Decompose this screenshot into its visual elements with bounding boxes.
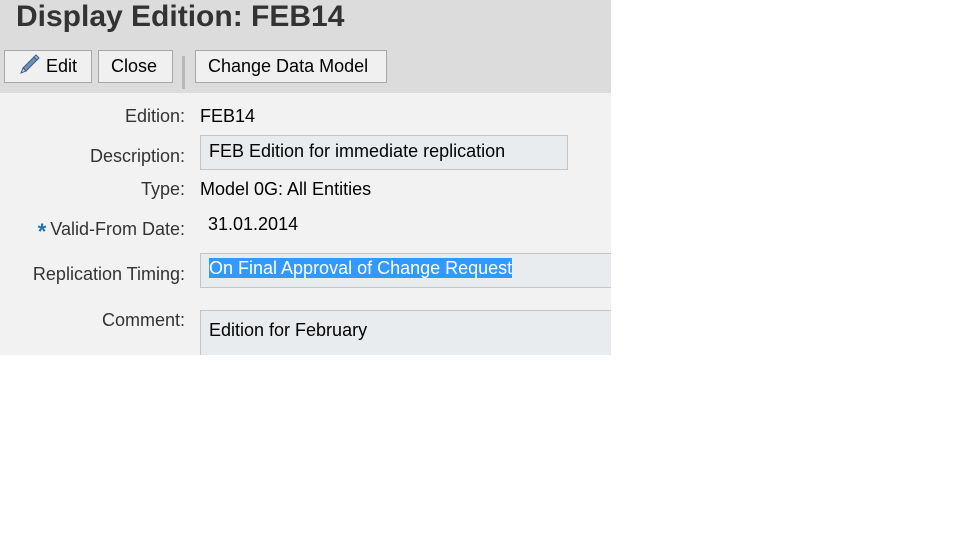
edition-value: FEB14 xyxy=(200,106,256,126)
pencil-icon xyxy=(19,53,41,85)
edition-label: Edition: xyxy=(124,106,185,126)
replication-timing-field[interactable]: On Final Approval of Change Request xyxy=(200,253,611,288)
edit-button-label: Edit xyxy=(46,56,78,76)
type-label: Type: xyxy=(140,179,185,199)
comment-value: Edition for February xyxy=(209,320,368,340)
replication-timing-label: Replication Timing: xyxy=(32,264,185,284)
change-data-model-button[interactable]: Change Data Model xyxy=(195,50,387,83)
page-title: Display Edition: FEB14 xyxy=(16,0,345,33)
toolbar-separator xyxy=(182,56,185,89)
edit-button[interactable]: Edit xyxy=(4,50,92,83)
valid-from-label: * Valid-From Date: xyxy=(38,219,185,245)
description-label: Description: xyxy=(89,146,185,166)
close-button[interactable]: Close xyxy=(98,50,173,83)
type-value: Model 0G: All Entities xyxy=(200,179,372,199)
required-marker: * xyxy=(37,219,47,244)
description-field[interactable]: FEB Edition for immediate replication xyxy=(200,135,568,170)
close-button-label: Close xyxy=(111,56,158,76)
comment-label: Comment: xyxy=(101,310,185,330)
edition-panel: Display Edition: FEB14 Edit Close Change… xyxy=(0,0,611,355)
change-data-model-label: Change Data Model xyxy=(208,56,369,76)
valid-from-label-text: Valid-From Date: xyxy=(50,219,185,239)
page-header: Display Edition: FEB14 Edit Close Change… xyxy=(0,0,611,93)
valid-from-value[interactable]: 31.01.2014 xyxy=(208,214,298,235)
replication-timing-value: On Final Approval of Change Request xyxy=(209,258,513,278)
comment-textarea[interactable]: Edition for February xyxy=(200,310,611,355)
description-value: FEB Edition for immediate replication xyxy=(209,141,506,161)
